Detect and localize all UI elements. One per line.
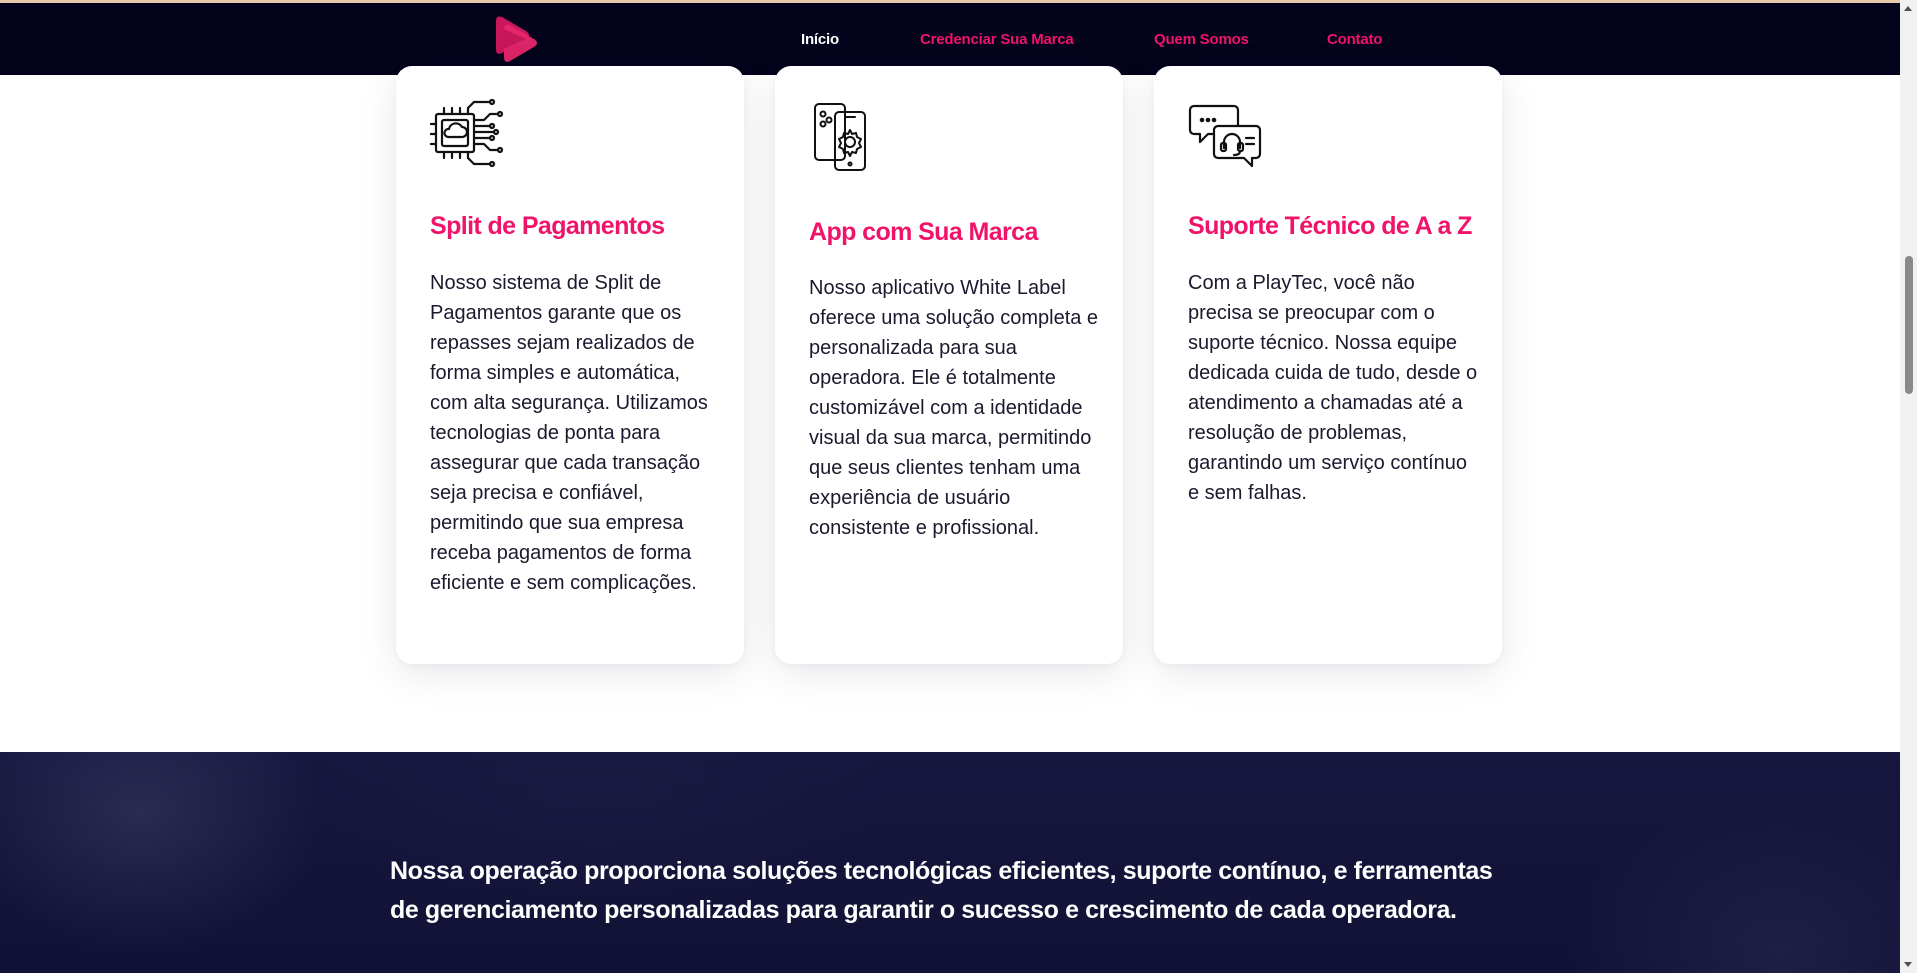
features-section: Split de Pagamentos Nosso sistema de Spl… [0, 66, 1900, 752]
feature-title: Suporte Técnico de A a Z [1188, 212, 1472, 240]
mission-banner: Nossa operação proporciona soluções tecn… [0, 752, 1900, 973]
support-chat-icon [1188, 104, 1262, 168]
scroll-down-arrow-icon[interactable] [1904, 962, 1912, 967]
cloud-chip-icon [430, 98, 504, 168]
banner-statement: Nossa operação proporciona soluções tecn… [390, 857, 1493, 924]
feature-card-app-sua-marca: App com Sua Marca Nosso aplicativo White… [775, 66, 1123, 664]
feature-title: App com Sua Marca [809, 218, 1038, 246]
brand-logo[interactable] [492, 11, 542, 67]
feature-title: Split de Pagamentos [430, 212, 665, 240]
feature-description: Nosso aplicativo White Label oferece uma… [809, 277, 1099, 539]
navbar: Início Credenciar Sua Marca Quem Somos C… [0, 3, 1900, 75]
page-scrollbar[interactable] [1900, 0, 1917, 973]
feature-description: Com a PlayTec, você não precisa se preoc… [1188, 272, 1478, 504]
mobile-settings-icon [814, 103, 866, 171]
play-logo-icon [496, 16, 537, 62]
scroll-up-arrow-icon[interactable] [1904, 6, 1912, 11]
feature-description: Nosso sistema de Split de Pagamentos gar… [430, 272, 708, 594]
feature-card-suporte-tecnico: Suporte Técnico de A a Z Com a PlayTec, … [1154, 66, 1502, 664]
nav-item-quem-somos[interactable]: Quem Somos [1154, 31, 1249, 48]
feature-card-split-pagamentos: Split de Pagamentos Nosso sistema de Spl… [396, 66, 744, 664]
nav-item-contato[interactable]: Contato [1327, 31, 1382, 48]
scrollbar-thumb[interactable] [1905, 256, 1913, 394]
nav-item-inicio[interactable]: Início [801, 31, 839, 48]
nav-item-credenciar-sua-marca[interactable]: Credenciar Sua Marca [920, 31, 1074, 48]
